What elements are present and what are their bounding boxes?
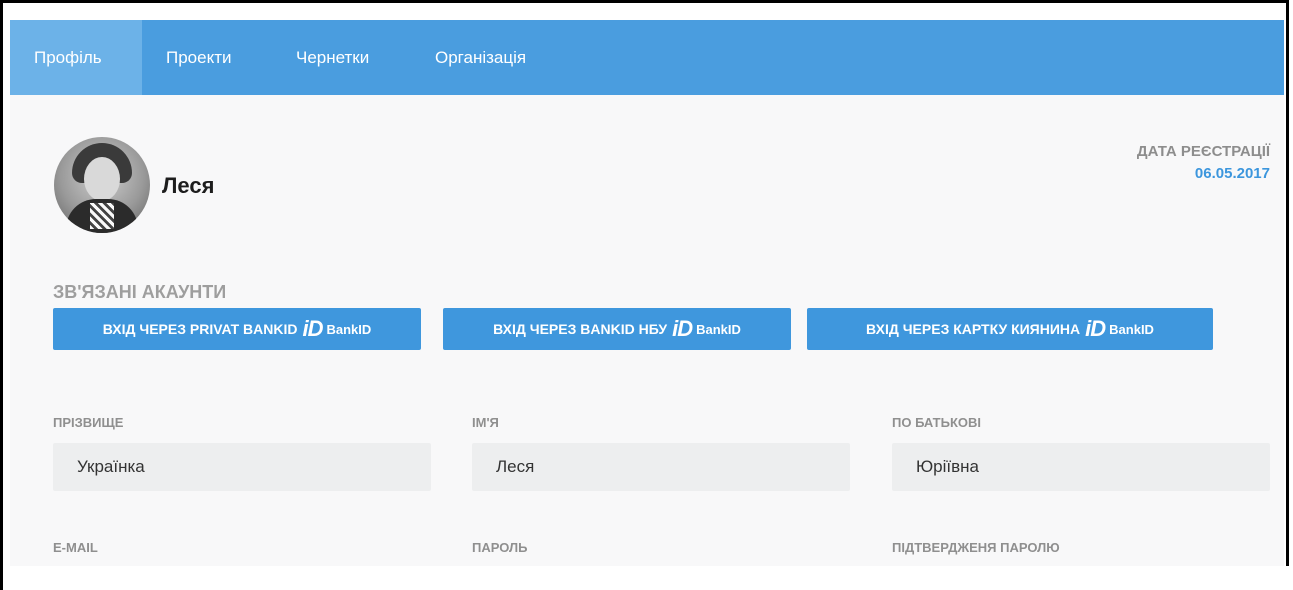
password-confirm-label: ПІДТВЕРДЖЕНЯ ПАРОЛЮ bbox=[892, 540, 1060, 555]
privat-bankid-button[interactable]: ВХІД ЧЕРЕЗ PRIVAT BANKID iD BankID bbox=[53, 308, 421, 350]
avatar[interactable] bbox=[54, 137, 150, 233]
password-label: ПАРОЛЬ bbox=[472, 540, 528, 555]
tab-projects[interactable]: Проекти bbox=[142, 20, 256, 95]
privat-bankid-label: ВХІД ЧЕРЕЗ PRIVAT BANKID bbox=[102, 321, 298, 337]
profile-name: Леся bbox=[162, 173, 215, 198]
first-name-label: ІМ'Я bbox=[472, 415, 499, 430]
bankid-brand: BankID bbox=[696, 321, 741, 337]
email-label: E-MAIL bbox=[53, 540, 98, 555]
bankid-icon: iD bbox=[302, 316, 323, 341]
nbu-bankid-button[interactable]: ВХІД ЧЕРЕЗ BANKID НБУ iD BankID bbox=[443, 308, 791, 350]
first-name-input[interactable] bbox=[472, 443, 850, 491]
bankid-brand: BankID bbox=[1109, 321, 1154, 337]
tab-profile[interactable]: Профіль bbox=[10, 20, 142, 95]
tab-drafts[interactable]: Чернетки bbox=[272, 20, 393, 95]
bankid-icon: iD bbox=[672, 316, 693, 341]
avatar-face bbox=[84, 157, 120, 201]
patronymic-label: ПО БАТЬКОВІ bbox=[892, 415, 981, 430]
patronymic-input[interactable] bbox=[892, 443, 1270, 491]
linked-accounts-title: ЗВ'ЯЗАНІ АКАУНТИ bbox=[53, 282, 227, 302]
profile-page: Профіль Проекти Чернетки Організація Лес… bbox=[10, 20, 1284, 566]
bankid-brand: BankID bbox=[326, 321, 372, 337]
kyiv-card-bankid-label: ВХІД ЧЕРЕЗ КАРТКУ КИЯНИНА bbox=[866, 321, 1081, 337]
nbu-bankid-label: ВХІД ЧЕРЕЗ BANKID НБУ bbox=[493, 321, 668, 337]
window-border-left bbox=[0, 0, 3, 590]
top-navbar: Профіль Проекти Чернетки Організація bbox=[10, 20, 1284, 95]
registration-date-value: 06.05.2017 bbox=[1194, 165, 1270, 182]
kyiv-card-bankid-button[interactable]: ВХІД ЧЕРЕЗ КАРТКУ КИЯНИНА iD BankID bbox=[807, 308, 1213, 350]
registration-date-label: ДАТА РЕЄСТРАЦІЇ bbox=[1136, 143, 1270, 160]
last-name-input[interactable] bbox=[53, 443, 431, 491]
window-border-right bbox=[1286, 0, 1289, 566]
window-border-top bbox=[0, 0, 1289, 3]
tab-organization[interactable]: Організація bbox=[411, 20, 550, 95]
last-name-label: ПРІЗВИЩЕ bbox=[53, 415, 124, 430]
avatar-embroidery bbox=[90, 203, 114, 229]
bankid-icon: iD bbox=[1085, 316, 1106, 341]
